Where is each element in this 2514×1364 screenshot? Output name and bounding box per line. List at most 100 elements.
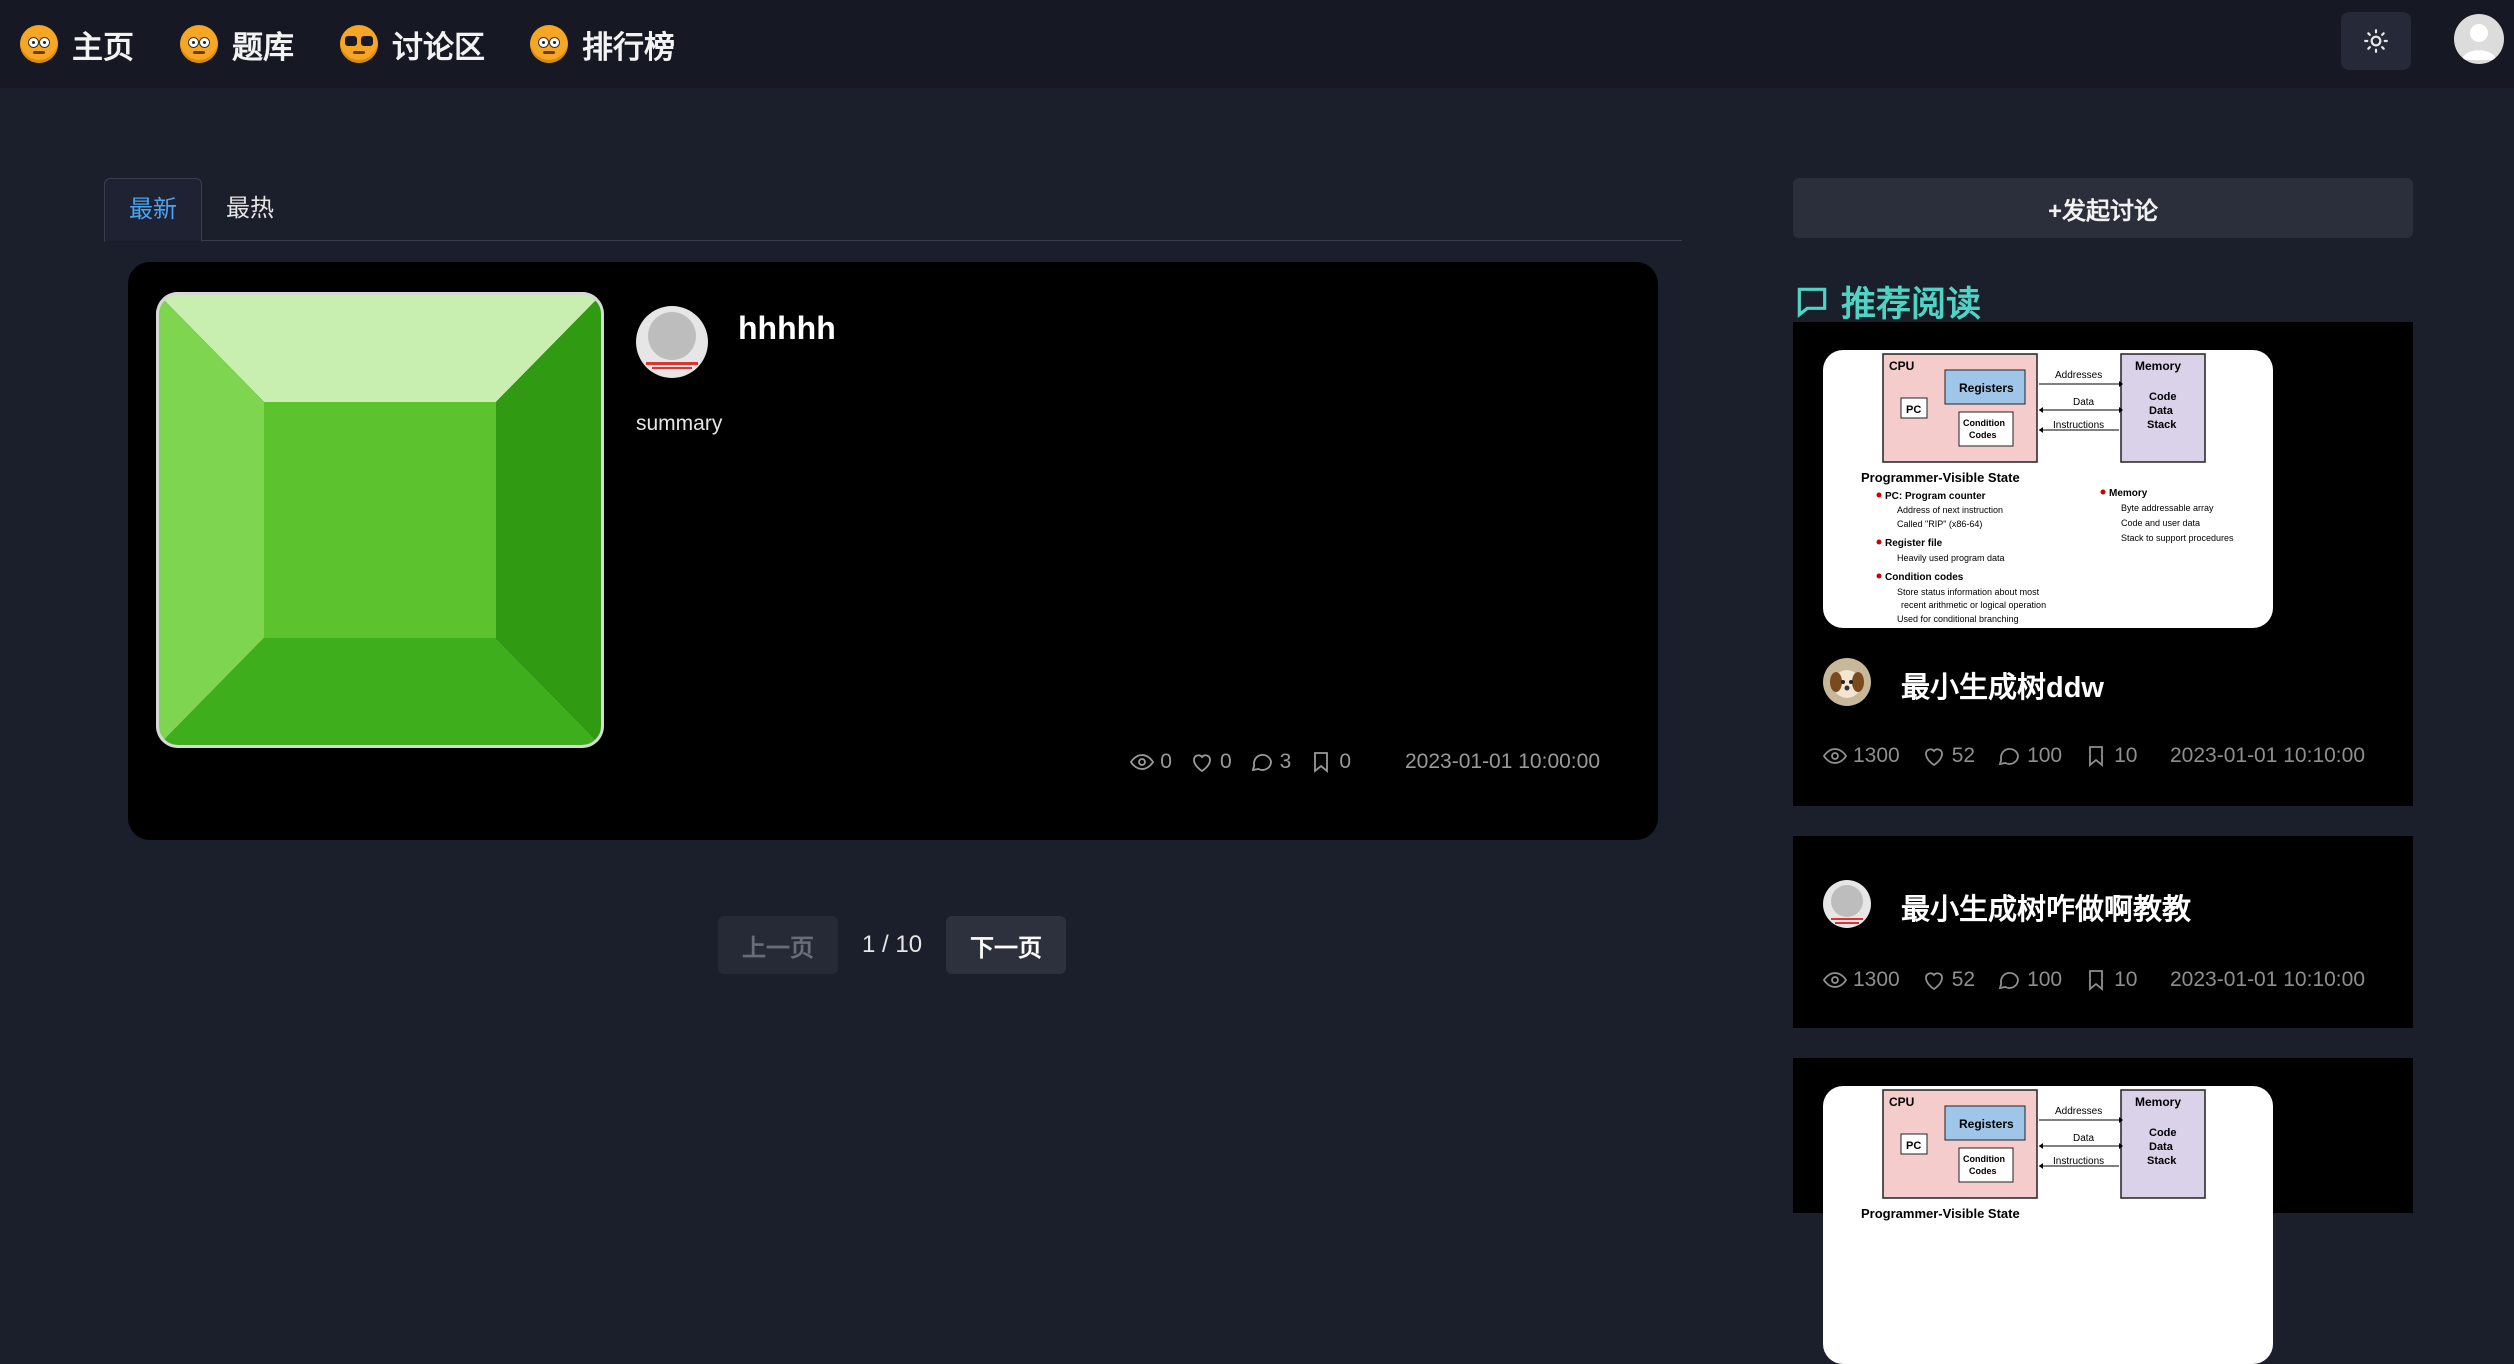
bookmarks-count: 10 (2114, 744, 2138, 767)
heart-icon (1924, 972, 1943, 991)
smiley-face-icon (180, 25, 218, 63)
recommended-author-avatar[interactable] (1823, 658, 1871, 706)
comments-count: 100 (2027, 968, 2063, 991)
comment-icon (1998, 747, 2019, 766)
views-count: 1300 (1853, 744, 1900, 767)
svg-text:Used for conditional branching: Used for conditional branching (1897, 614, 2019, 624)
svg-text:Memory: Memory (2135, 359, 2181, 373)
views-stat: 1300 (1823, 968, 1900, 992)
svg-text:Programmer-Visible State: Programmer-Visible State (1861, 1206, 2020, 1221)
recommended-author-avatar[interactable] (1823, 880, 1871, 928)
svg-text:Addresses: Addresses (2055, 370, 2102, 381)
svg-text:Data: Data (2073, 397, 2095, 408)
bookmark-icon (2089, 970, 2104, 991)
svg-text:CPU: CPU (1889, 1095, 1914, 1109)
svg-text:PC: Program counter: PC: Program counter (1885, 491, 1986, 502)
recommended-thumbnail: CPU PC Registers Condition Codes Memory … (1823, 350, 2273, 628)
tab-hottest[interactable]: 最热 (226, 178, 274, 240)
bookmark-icon (2089, 746, 2104, 767)
nav-leaderboard-label: 排行榜 (582, 29, 675, 65)
recommended-date: 2023-01-01 10:10:00 (2170, 968, 2365, 991)
comments-stat[interactable]: 3 (1250, 750, 1292, 774)
bookmarks-stat[interactable]: 0 (1309, 750, 1351, 774)
nav-question-bank-label: 题库 (232, 29, 294, 65)
svg-text:Register file: Register file (1885, 538, 1943, 549)
svg-text:Stack: Stack (2147, 419, 2177, 431)
nav-question-bank[interactable]: 题库 (180, 20, 294, 68)
tab-latest[interactable]: 最新 (104, 178, 202, 242)
svg-text:Instructions: Instructions (2053, 1156, 2104, 1167)
sun-icon (2364, 29, 2388, 53)
bookmarks-stat[interactable]: 10 (2084, 744, 2137, 768)
svg-text:Codes: Codes (1969, 430, 1997, 440)
svg-text:Memory: Memory (2109, 488, 2148, 499)
bookmark-icon (1314, 752, 1329, 773)
likes-stat[interactable]: 52 (1922, 968, 1975, 992)
comment-icon (1998, 971, 2019, 990)
likes-count: 0 (1219, 750, 1232, 773)
smiley-face-icon (20, 25, 58, 63)
recommended-item[interactable]: CPU PC Registers Condition Codes Memory … (1793, 1058, 2413, 1364)
post-stats: 0 0 3 0 2023-01-01 10:00:00 (128, 750, 1600, 774)
svg-text:Called "RIP" (x86-64): Called "RIP" (x86-64) (1897, 519, 1982, 529)
chat-bubble-icon (1797, 287, 1827, 318)
recommended-title[interactable]: 最小生成树ddw (1901, 664, 2104, 706)
svg-text:CPU: CPU (1889, 359, 1914, 373)
svg-text:Programmer-Visible State: Programmer-Visible State (1861, 470, 2020, 485)
views-count: 0 (1160, 750, 1172, 773)
nav-home[interactable]: 主页 (20, 20, 134, 68)
svg-text:Data: Data (2149, 405, 2174, 417)
bookmarks-count: 10 (2114, 968, 2138, 991)
svg-text:Memory: Memory (2135, 1095, 2181, 1109)
post-title[interactable]: hhhhh (738, 310, 836, 347)
nav-leaderboard[interactable]: 排行榜 (530, 20, 675, 68)
svg-text:Byte addressable array: Byte addressable array (2121, 503, 2214, 513)
pagination: 上一页 1 / 10 下一页 (718, 916, 1067, 974)
page-indicator: 1 / 10 (862, 931, 923, 958)
post-summary: summary (636, 412, 723, 435)
svg-text:recent arithmetic or logical o: recent arithmetic or logical operation (1901, 600, 2046, 610)
svg-text:Code: Code (2149, 391, 2177, 403)
user-avatar[interactable] (2454, 14, 2504, 64)
svg-text:Address of next instruction: Address of next instruction (1897, 505, 2003, 515)
sunglasses-face-icon (340, 25, 378, 63)
comments-stat[interactable]: 100 (1997, 744, 2062, 768)
eye-icon (1823, 972, 1847, 988)
next-page-button[interactable]: 下一页 (946, 916, 1067, 974)
svg-text:Registers: Registers (1959, 381, 2014, 395)
likes-stat[interactable]: 52 (1922, 744, 1975, 768)
comments-stat[interactable]: 100 (1997, 968, 2062, 992)
svg-text:Heavily used program data: Heavily used program data (1897, 553, 2005, 563)
svg-text:Code and user data: Code and user data (2121, 518, 2200, 528)
svg-text:PC: PC (1906, 1140, 1921, 1152)
recommended-title[interactable]: 最小生成树咋做啊教教 (1901, 886, 2191, 928)
svg-text:Code: Code (2149, 1127, 2177, 1139)
nav-discussion[interactable]: 讨论区 (340, 20, 485, 68)
author-avatar[interactable] (636, 306, 708, 378)
recommended-reading-title: 推荐阅读 (1841, 285, 1982, 324)
svg-text:Addresses: Addresses (2055, 1106, 2102, 1117)
heart-icon (1924, 748, 1943, 767)
new-discussion-button[interactable]: +发起讨论 (1793, 178, 2413, 238)
svg-text:Condition codes: Condition codes (1885, 572, 1964, 583)
likes-count: 52 (1951, 968, 1976, 991)
recommended-date: 2023-01-01 10:10:00 (2170, 744, 2365, 767)
post-card[interactable]: hhhhh summary 0 0 3 0 2023-01-01 10:00:0… (128, 262, 1658, 840)
eye-icon (1823, 748, 1847, 764)
prev-page-button[interactable]: 上一页 (718, 916, 838, 974)
bookmarks-stat[interactable]: 10 (2084, 968, 2137, 992)
svg-text:PC: PC (1906, 404, 1921, 416)
svg-text:Data: Data (2149, 1141, 2174, 1153)
nav-home-label: 主页 (72, 29, 134, 65)
theme-toggle-button[interactable] (2341, 12, 2411, 70)
svg-text:Store status information about: Store status information about most (1897, 587, 2040, 597)
post-date: 2023-01-01 10:00:00 (1405, 750, 1600, 773)
likes-stat[interactable]: 0 (1190, 750, 1232, 774)
recommended-item[interactable]: CPU PC Registers Condition Codes Memory … (1793, 322, 2413, 806)
user-avatar-icon (2462, 24, 2496, 60)
recommended-stats: 1300 52 100 10 2023-01-01 10:10:00 (1823, 744, 2365, 768)
bookmarks-count: 0 (1339, 750, 1351, 773)
recommended-item[interactable]: 最小生成树咋做啊教教 1300 52 100 10 2023-01-01 10:… (1793, 836, 2413, 1028)
svg-text:Codes: Codes (1969, 1166, 1997, 1176)
comments-count: 3 (1279, 750, 1292, 773)
